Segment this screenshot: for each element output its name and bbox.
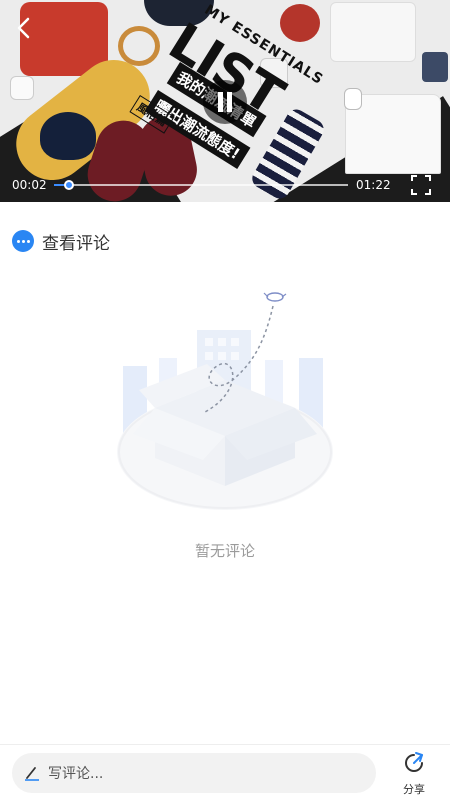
progress-knob[interactable] [63,180,74,190]
product-card [344,88,362,110]
pause-icon [218,92,223,112]
comment-input[interactable]: 写评论... [12,753,376,793]
video-detail-page: MY ESSENTIALS LIST 我的潮流清單 曬出潮流態度! 風格篇 00… [0,0,450,800]
comment-input-placeholder: 写评论... [48,766,104,782]
bottom-bar: 写评论... 分享 [0,744,450,800]
product-wallet [422,52,448,82]
product-tag [10,76,34,100]
product-cap [40,112,96,160]
fullscreen-icon[interactable] [410,174,432,196]
pen-icon [24,765,40,781]
comments-title: 查看评论 [42,233,110,254]
comments-header: 查看评论 [12,228,110,254]
product-tshirt [330,2,416,62]
current-time: 00:02 [12,178,47,192]
back-arrow-icon[interactable] [14,16,36,40]
share-button[interactable]: 分享 [396,751,432,796]
comment-bubble-icon [12,230,34,252]
video-controls: 00:02 01:22 [0,170,450,202]
share-label: 分享 [403,783,425,796]
share-icon [405,752,423,772]
video-player[interactable]: MY ESSENTIALS LIST 我的潮流清單 曬出潮流態度! 風格篇 00… [0,0,450,202]
progress-bar[interactable] [54,180,348,190]
total-time: 01:22 [356,178,391,192]
empty-state-text: 暂无评论 [194,542,255,560]
empty-state-illustration [95,280,355,520]
pause-button[interactable] [203,80,247,124]
